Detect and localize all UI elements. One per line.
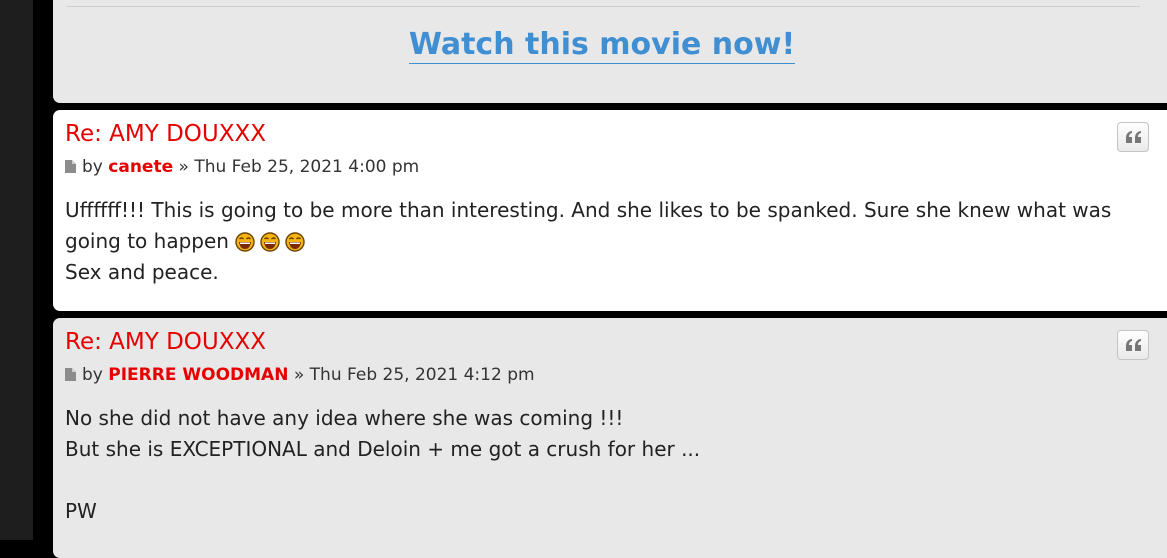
post: Re: AMY DOUXXX by canete » Thu Feb 25, 2… [53, 110, 1167, 311]
post-meta: by canete » Thu Feb 25, 2021 4:00 pm [65, 156, 419, 179]
left-sidebar-strip [0, 0, 33, 540]
content-line: But she is EXCEPTIONAL and Deloin + me g… [65, 437, 701, 461]
quote-button[interactable] [1117, 122, 1149, 152]
content-line: Uffffff!!! This is going to be more than… [65, 198, 1112, 222]
content-line: No she did not have any idea where she w… [65, 406, 624, 430]
post-content: No she did not have any idea where she w… [65, 403, 1125, 527]
meta-by: by [82, 365, 103, 385]
quote-icon [1125, 339, 1141, 351]
laughing-face-emoji [260, 232, 281, 252]
post-meta: by PIERRE WOODMAN » Thu Feb 25, 2021 4:1… [65, 364, 535, 387]
content-line: going to happen [65, 229, 229, 253]
watch-movie-link-container: Watch this movie now! [53, 25, 1151, 65]
content-line-with-emoji: going to happen [65, 226, 1125, 257]
post-content: Uffffff!!! This is going to be more than… [65, 195, 1125, 288]
divider [66, 6, 1140, 7]
content-blank-line [65, 465, 1125, 496]
meta-by: by [82, 157, 103, 177]
quote-icon [1125, 131, 1141, 143]
meta-separator: » [178, 157, 189, 177]
post-date: Thu Feb 25, 2021 4:00 pm [194, 157, 420, 177]
post-file-icon[interactable] [65, 365, 76, 387]
meta-separator: » [293, 365, 305, 385]
post-file-icon[interactable] [65, 157, 76, 179]
laughing-face-emoji [285, 232, 306, 252]
author-link[interactable]: PIERRE WOODMAN [108, 365, 288, 385]
post-title[interactable]: Re: AMY DOUXXX [65, 326, 266, 358]
post-previous: Watch this movie now! [53, 0, 1167, 103]
content-signature: PW [65, 499, 97, 523]
laughing-face-emoji [235, 232, 256, 252]
content-line: Sex and peace. [65, 260, 219, 284]
post-date: Thu Feb 25, 2021 4:12 pm [309, 365, 535, 385]
post-title[interactable]: Re: AMY DOUXXX [65, 118, 266, 150]
watch-movie-link[interactable]: Watch this movie now! [408, 27, 796, 64]
quote-button[interactable] [1117, 330, 1149, 360]
post: Re: AMY DOUXXX by PIERRE WOODMAN » Thu F… [53, 318, 1167, 558]
author-link[interactable]: canete [108, 157, 173, 177]
